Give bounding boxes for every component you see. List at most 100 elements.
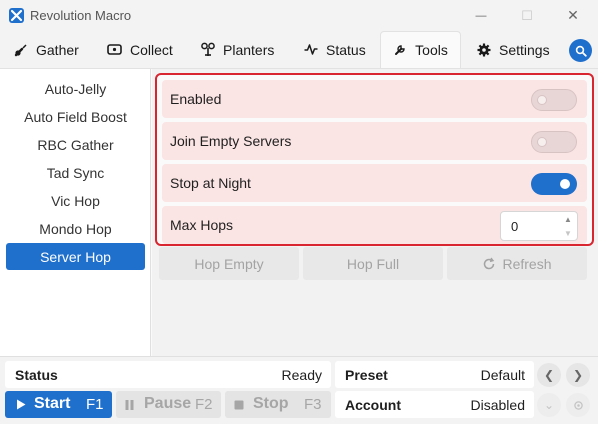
stop-hotkey: F3 [304, 396, 322, 413]
close-button[interactable]: ✕ [550, 0, 596, 31]
account-settings-button[interactable] [566, 393, 590, 417]
stop-at-night-row: Stop at Night [162, 164, 587, 202]
max-hops-row: Max Hops 0 ▲ ▼ [162, 206, 587, 244]
sidebar-item-mondo-hop[interactable]: Mondo Hop [6, 215, 145, 242]
app-logo-icon [9, 8, 24, 23]
search-button[interactable] [569, 39, 592, 62]
stop-at-night-label: Stop at Night [170, 175, 251, 191]
start-hotkey: F1 [86, 396, 104, 413]
status-icon [304, 44, 318, 55]
server-hop-content: Enabled Join Empty Servers Stop at Night… [152, 69, 598, 357]
join-empty-servers-toggle[interactable] [531, 131, 577, 153]
stop-label: Stop [253, 395, 289, 412]
status-display: Status Ready [5, 361, 331, 388]
gather-icon [14, 43, 27, 56]
max-hops-label: Max Hops [170, 217, 234, 233]
search-icon [575, 45, 587, 57]
tab-status[interactable]: Status [304, 31, 366, 68]
main-area: Auto-Jelly Auto Field Boost RBC Gather T… [0, 68, 598, 357]
tab-label: Planters [223, 41, 275, 58]
sidebar-item-label: Auto Field Boost [24, 108, 127, 125]
pause-icon [125, 400, 134, 410]
hop-empty-label: Hop Empty [194, 255, 264, 272]
sidebar-item-tad-sync[interactable]: Tad Sync [6, 159, 145, 186]
sidebar-item-label: Vic Hop [51, 192, 100, 209]
preset-next-button[interactable]: ❯ [566, 363, 590, 387]
tools-icon [395, 45, 405, 55]
pause-label: Pause [144, 395, 192, 412]
gear-icon [573, 400, 583, 410]
preset-value: Default [480, 367, 525, 383]
sidebar-item-auto-jelly[interactable]: Auto-Jelly [6, 75, 145, 102]
chevron-left-icon: ❮ [543, 368, 555, 382]
tab-settings[interactable]: Settings [477, 31, 550, 68]
chevron-down-icon: ▼ [564, 229, 572, 238]
preset-previous-button[interactable]: ❮ [537, 363, 561, 387]
max-hops-value: 0 [511, 219, 519, 234]
play-icon [17, 399, 26, 410]
window-title: Revolution Macro [30, 8, 132, 23]
title-bar: Revolution Macro — ☐ ✕ [0, 0, 598, 31]
gear-icon [477, 43, 491, 56]
maximize-button[interactable]: ☐ [504, 0, 550, 31]
tab-label: Tools [415, 42, 448, 58]
start-label: Start [34, 395, 71, 412]
sidebar-item-label: Server Hop [40, 248, 111, 265]
hop-full-label: Hop Full [346, 255, 400, 272]
tab-label: Settings [499, 41, 550, 58]
sidebar-item-label: Tad Sync [46, 164, 105, 181]
tools-sidebar: Auto-Jelly Auto Field Boost RBC Gather T… [0, 69, 151, 357]
toggle-knob [537, 137, 547, 147]
stop-at-night-toggle[interactable] [531, 173, 577, 195]
account-selector[interactable]: Account Disabled [335, 391, 534, 418]
bottom-bar: Status Ready Preset Default ❮ ❯ Account … [0, 356, 598, 424]
tab-collect[interactable]: Collect [107, 31, 173, 68]
increment-button[interactable]: ▲ [561, 213, 575, 226]
tab-label: Gather [36, 41, 79, 58]
maximize-icon: ☐ [521, 7, 533, 23]
toggle-knob [537, 95, 547, 105]
sidebar-item-server-hop[interactable]: Server Hop [6, 243, 145, 270]
tab-gather[interactable]: Gather [14, 31, 79, 68]
tab-label: Collect [130, 41, 173, 58]
stop-icon [234, 400, 244, 410]
enabled-toggle[interactable] [531, 89, 577, 111]
close-icon: ✕ [567, 7, 579, 23]
tab-label: Status [326, 41, 366, 58]
preset-selector[interactable]: Preset Default [335, 361, 534, 388]
max-hops-input[interactable]: 0 ▲ ▼ [500, 211, 578, 241]
status-value: Ready [281, 367, 322, 383]
start-button[interactable]: Start F1 [5, 391, 112, 418]
enabled-label: Enabled [170, 91, 222, 107]
chevron-down-icon: ⌄ [543, 398, 555, 412]
minimize-icon: — [475, 9, 487, 22]
refresh-button[interactable]: Refresh [447, 247, 587, 280]
chevron-up-icon: ▲ [564, 215, 572, 224]
join-empty-servers-label: Join Empty Servers [170, 133, 292, 149]
sidebar-item-label: RBC Gather [37, 136, 114, 153]
tab-tools[interactable]: Tools [380, 31, 461, 68]
join-empty-servers-row: Join Empty Servers [162, 122, 587, 160]
tab-planters[interactable]: Planters [201, 31, 274, 68]
account-value: Disabled [470, 397, 525, 413]
sidebar-item-rbc-gather[interactable]: RBC Gather [6, 131, 145, 158]
sidebar-item-vic-hop[interactable]: Vic Hop [6, 187, 145, 214]
sidebar-item-label: Mondo Hop [39, 220, 112, 237]
hop-empty-button[interactable]: Hop Empty [159, 247, 299, 280]
account-dropdown-button[interactable]: ⌄ [537, 393, 561, 417]
enabled-row: Enabled [162, 80, 587, 118]
preset-label: Preset [345, 367, 388, 383]
pause-hotkey: F2 [195, 396, 213, 413]
planters-icon [201, 42, 215, 56]
decrement-button[interactable]: ▼ [561, 227, 575, 240]
hop-full-button[interactable]: Hop Full [303, 247, 443, 280]
refresh-label: Refresh [502, 255, 552, 272]
sidebar-item-auto-field-boost[interactable]: Auto Field Boost [6, 103, 145, 130]
sidebar-item-label: Auto-Jelly [44, 80, 107, 97]
collect-icon [107, 44, 122, 55]
stop-button[interactable]: Stop F3 [225, 391, 331, 418]
server-hop-settings-panel: Enabled Join Empty Servers Stop at Night… [155, 73, 594, 246]
pause-button[interactable]: Pause F2 [116, 391, 221, 418]
minimize-button[interactable]: — [458, 0, 504, 31]
account-label: Account [345, 397, 401, 413]
